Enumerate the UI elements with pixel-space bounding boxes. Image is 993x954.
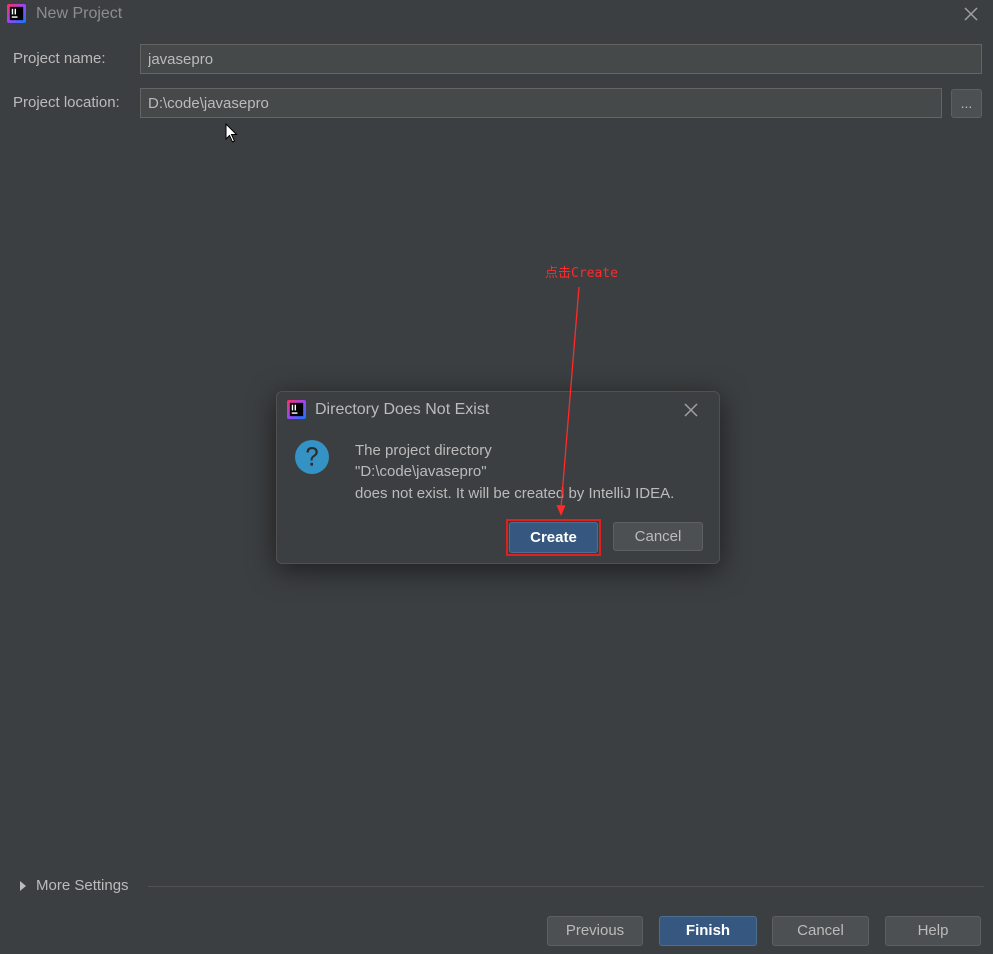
more-settings-label: More Settings [36,877,129,894]
browse-button[interactable]: ... [951,89,982,118]
cancel-button[interactable]: Cancel [772,916,869,946]
close-icon[interactable] [960,3,982,25]
directory-dialog: Directory Does Not Exist The project dir… [276,391,720,564]
dialog-cancel-button[interactable]: Cancel [613,522,703,551]
question-icon [295,440,329,474]
divider [148,886,984,887]
dialog-message-line3: does not exist. It will be created by In… [355,485,675,502]
title-bar: New Project [0,0,993,30]
help-button[interactable]: Help [885,916,981,946]
previous-button[interactable]: Previous [547,916,643,946]
triangle-right-icon [20,881,26,892]
more-settings-toggle[interactable]: More Settings [18,877,129,894]
project-location-input[interactable] [140,88,942,118]
project-location-label: Project location: [13,94,120,111]
intellij-logo-icon [7,4,26,23]
close-icon[interactable] [681,400,701,420]
window-title: New Project [36,5,123,22]
create-button[interactable]: Create [509,522,598,553]
dialog-message-path: "D:\code\javasepro" [355,463,487,480]
intellij-logo-icon [287,400,306,419]
mouse-cursor-icon [225,123,238,143]
annotation-text: 点击Create [545,266,618,281]
project-name-input[interactable] [140,44,982,74]
dialog-message-line1: The project directory [355,442,492,459]
dialog-title: Directory Does Not Exist [315,401,490,418]
finish-button[interactable]: Finish [659,916,757,946]
project-name-label: Project name: [13,50,106,67]
